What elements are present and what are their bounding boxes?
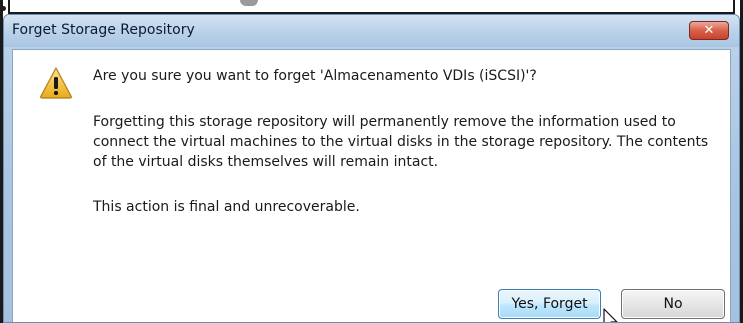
- dialog-title: Forget Storage Repository: [12, 22, 195, 38]
- no-button[interactable]: No: [621, 289, 725, 319]
- mouse-pointer-icon: [603, 308, 618, 322]
- screenshot-stage: Forget Storage Repository ✕ Are you sure…: [0, 0, 743, 323]
- close-button[interactable]: ✕: [689, 21, 729, 40]
- background-window-frame: [8, 0, 735, 14]
- confirmation-question: Are you sure you want to forget 'Almacen…: [93, 68, 537, 84]
- dialog-titlebar[interactable]: Forget Storage Repository ✕: [4, 15, 739, 47]
- close-icon: ✕: [703, 23, 715, 38]
- warning-icon: [40, 67, 72, 99]
- background-bullet-icon: [1, 6, 6, 11]
- final-action-notice: This action is final and unrecoverable.: [93, 199, 360, 215]
- forget-storage-repository-dialog: Forget Storage Repository ✕ Are you sure…: [3, 14, 740, 323]
- yes-forget-button[interactable]: Yes, Forget: [498, 289, 601, 319]
- warning-description: Forgetting this storage repository will …: [93, 114, 709, 170]
- dialog-content: Are you sure you want to forget 'Almacen…: [12, 49, 731, 322]
